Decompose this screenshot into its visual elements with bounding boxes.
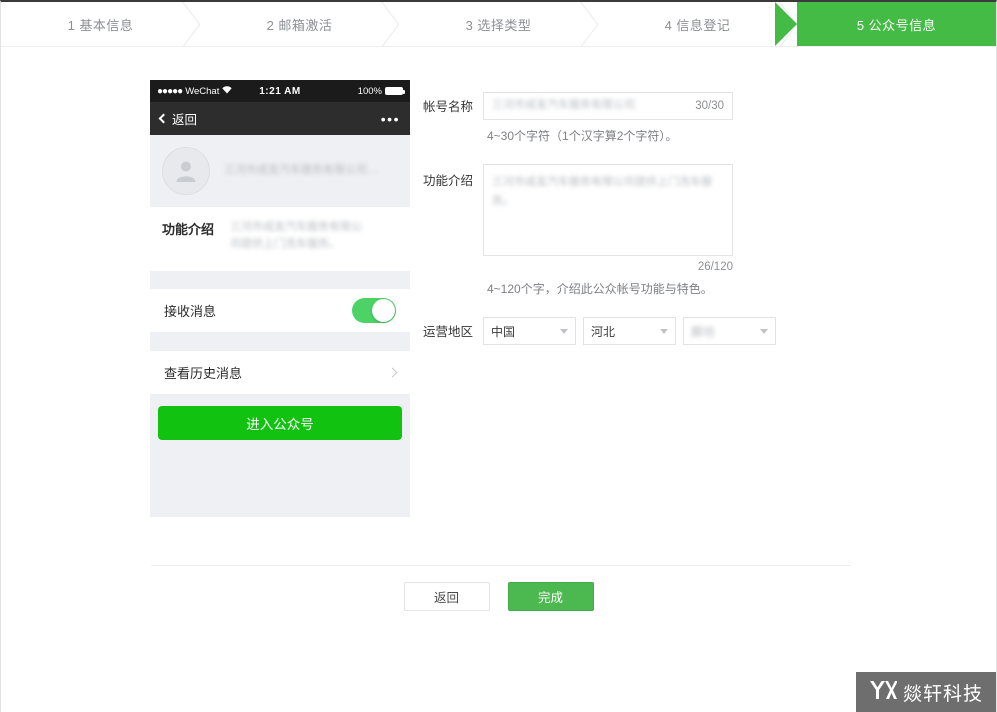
- phone-description-text: 三河市成发汽车服务有限公司提供上门洗车服务。: [230, 219, 370, 257]
- battery-icon: [385, 87, 403, 95]
- phone-description-label: 功能介绍: [162, 219, 214, 257]
- step-label: 2 邮箱激活: [267, 15, 333, 34]
- chevron-left-icon: [159, 114, 169, 124]
- account-name-control: 三河市成发汽车服务有限公司 30/30 4~30个字符（1个汉字算2个字符）。: [483, 92, 841, 144]
- back-button[interactable]: 返回: [404, 582, 490, 611]
- region-city-select[interactable]: 廊坊: [683, 317, 776, 345]
- step-progress-bar: 1 基本信息 2 邮箱激活 3 选择类型 4 信息登记 5 公众号信息: [1, 2, 996, 47]
- region-country-value: 中国: [491, 323, 515, 340]
- intro-control: 三河市成发汽车服务有限公司提供上门洗车服务。 26/120 4~120个字，介绍…: [483, 164, 841, 297]
- step-chevron-icon: [577, 2, 599, 46]
- avatar: [162, 147, 210, 195]
- battery-percent-label: 100%: [358, 86, 382, 97]
- intro-label: 功能介绍: [421, 164, 483, 297]
- step-item-5-active[interactable]: 5 公众号信息: [797, 2, 996, 46]
- phone-account-name: 三河市成发汽车服务有限公司…: [224, 162, 378, 179]
- submit-button[interactable]: 完成: [508, 582, 594, 611]
- step-item-1[interactable]: 1 基本信息: [1, 2, 200, 46]
- watermark: 燚轩科技: [856, 672, 996, 712]
- yx-logo-icon: [869, 679, 897, 706]
- account-name-label: 帐号名称: [421, 92, 483, 144]
- step-active-arrow-icon: [775, 2, 797, 46]
- phone-receive-messages-row[interactable]: 接收消息: [150, 289, 410, 333]
- page-root: 1 基本信息 2 邮箱激活 3 选择类型 4 信息登记 5 公众号信息 ●●●●…: [0, 0, 997, 712]
- phone-receive-messages-control[interactable]: [352, 298, 396, 323]
- phone-history-arrow: [389, 369, 396, 376]
- intro-row: 功能介绍 三河市成发汽车服务有限公司提供上门洗车服务。 26/120 4~120…: [421, 164, 841, 297]
- step-item-2[interactable]: 2 邮箱激活: [200, 2, 399, 46]
- region-province-value: 河北: [591, 323, 615, 340]
- account-name-value: 三河市成发汽车服务有限公司: [492, 97, 695, 114]
- account-name-row: 帐号名称 三河市成发汽车服务有限公司 30/30 4~30个字符（1个汉字算2个…: [421, 92, 841, 144]
- step-chevron-icon: [378, 2, 400, 46]
- chevron-down-icon: [560, 329, 568, 334]
- step-label: 3 选择类型: [466, 15, 532, 34]
- phone-history-row[interactable]: 查看历史消息: [150, 351, 410, 395]
- region-row: 运营地区 中国 河北 廊坊: [421, 317, 841, 347]
- region-selects: 中国 河北 廊坊: [483, 317, 841, 347]
- receive-messages-toggle[interactable]: [352, 298, 396, 323]
- region-label: 运营地区: [421, 317, 483, 347]
- account-name-counter: 30/30: [695, 100, 724, 112]
- phone-receive-messages-label: 接收消息: [164, 301, 216, 320]
- account-name-hint: 4~30个字符（1个汉字算2个字符）。: [487, 127, 841, 144]
- footer-actions: 返回 完成: [1, 582, 996, 611]
- step-item-4[interactable]: 4 信息登记: [598, 2, 797, 46]
- phone-description-row: 功能介绍 三河市成发汽车服务有限公司提供上门洗车服务。: [150, 207, 410, 271]
- phone-profile-header: 三河市成发汽车服务有限公司…: [150, 135, 410, 207]
- region-province-select[interactable]: 河北: [583, 317, 676, 345]
- region-country-select[interactable]: 中国: [483, 317, 576, 345]
- step-chevron-icon: [179, 2, 201, 46]
- intro-value: 三河市成发汽车服务有限公司提供上门洗车服务。: [492, 176, 712, 207]
- chevron-down-icon: [760, 329, 768, 334]
- intro-hint: 4~120个字，介绍此公众帐号功能与特色。: [487, 280, 841, 297]
- region-city-value: 廊坊: [691, 323, 715, 340]
- phone-history-label: 查看历史消息: [164, 363, 242, 382]
- account-name-input[interactable]: 三河市成发汽车服务有限公司 30/30: [483, 92, 733, 120]
- footer-divider: [151, 565, 851, 566]
- chevron-right-icon: [388, 368, 398, 378]
- enter-official-account-button[interactable]: 进入公众号: [158, 406, 402, 440]
- section-gap: [150, 333, 410, 351]
- toggle-knob: [372, 299, 395, 322]
- status-bar-right: 100%: [358, 86, 403, 97]
- phone-nav-bar: 返回 •••: [150, 102, 410, 135]
- step-label: 1 基本信息: [68, 15, 134, 34]
- step-item-3[interactable]: 3 选择类型: [399, 2, 598, 46]
- phone-enter-section: 进入公众号: [150, 395, 410, 451]
- step-label: 5 公众号信息: [857, 15, 936, 34]
- step-label: 4 信息登记: [665, 15, 731, 34]
- intro-counter: 26/120: [483, 261, 733, 273]
- account-info-form: 帐号名称 三河市成发汽车服务有限公司 30/30 4~30个字符（1个汉字算2个…: [421, 92, 841, 353]
- person-avatar-icon: [173, 158, 199, 184]
- intro-textarea[interactable]: 三河市成发汽车服务有限公司提供上门洗车服务。: [483, 164, 733, 256]
- section-gap: [150, 271, 410, 289]
- phone-back-label: 返回: [172, 109, 197, 128]
- phone-preview: ●●●●● WeChat 1:21 AM 100% 返回 •••: [150, 80, 410, 517]
- phone-back-button[interactable]: 返回: [160, 109, 197, 128]
- watermark-text: 燚轩科技: [903, 679, 983, 706]
- chevron-down-icon: [660, 329, 668, 334]
- phone-status-bar: ●●●●● WeChat 1:21 AM 100%: [150, 80, 410, 102]
- phone-more-button[interactable]: •••: [381, 111, 400, 127]
